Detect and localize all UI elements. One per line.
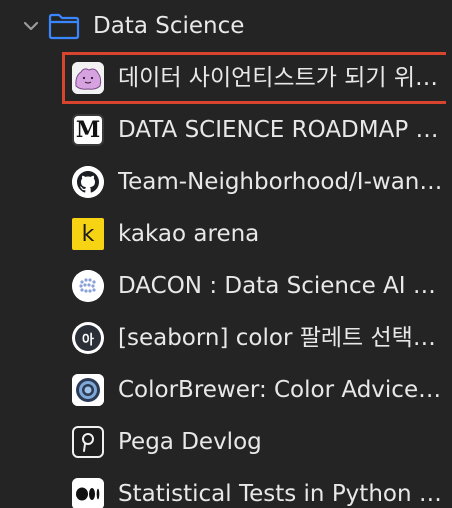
medium-m-icon: M <box>72 114 104 146</box>
bookmark-item-statistical-tests[interactable]: Statistical Tests in Python Cheatsheet <box>62 468 446 508</box>
bookmark-label: kakao arena <box>118 221 260 247</box>
bookmark-item-pega-devlog[interactable]: Pega Devlog <box>62 416 446 468</box>
folder-row-data-science[interactable]: Data Science <box>0 0 452 52</box>
bookmark-item-team-neighborhood[interactable]: Team-Neighborhood/I-want-to-study-Data-S… <box>62 156 446 208</box>
dacon-icon <box>72 270 104 302</box>
bookmark-label: DACON : Data Science AI Competition <box>118 273 444 299</box>
pega-p-icon <box>72 426 104 458</box>
ah-icon: 아 <box>72 322 104 354</box>
bookmark-item-dacon[interactable]: DACON : Data Science AI Competition <box>62 260 446 312</box>
bookmark-item-data-science-roadmap[interactable]: M DATA SCIENCE ROADMAP — Medium <box>62 104 446 156</box>
folder-icon <box>48 13 80 40</box>
folder-label: Data Science <box>93 13 245 39</box>
kakao-k-icon: k <box>72 218 104 250</box>
chevron-down-icon[interactable] <box>22 17 40 35</box>
medium-dots-icon <box>72 478 104 508</box>
bookmark-label: Statistical Tests in Python Cheatsheet <box>118 481 444 507</box>
bookmark-label: Team-Neighborhood/I-want-to-study-Data-S… <box>118 169 444 195</box>
bookmark-label: Pega Devlog <box>118 429 262 455</box>
bookmark-label: 데이터 사이언티스트가 되기 위한 로드맵 <box>118 65 444 91</box>
bookmark-label: [seaborn] color 팔레트 선택하기 <box>118 325 444 351</box>
bookmark-item-kakao-arena[interactable]: k kakao arena <box>62 208 446 260</box>
github-icon <box>72 166 104 198</box>
bookmark-item-data-scientist-roadmap[interactable]: 데이터 사이언티스트가 되기 위한 로드맵 <box>62 52 446 104</box>
bookmark-label: DATA SCIENCE ROADMAP — Medium <box>118 117 444 143</box>
bookmark-item-colorbrewer[interactable]: ColorBrewer: Color Advice for Maps <box>62 364 446 416</box>
colorbrewer-icon <box>72 374 104 406</box>
ditto-pokemon-icon <box>72 62 104 94</box>
bookmark-label: ColorBrewer: Color Advice for Maps <box>118 377 444 403</box>
bookmark-item-seaborn-color[interactable]: 아 [seaborn] color 팔레트 선택하기 <box>62 312 446 364</box>
